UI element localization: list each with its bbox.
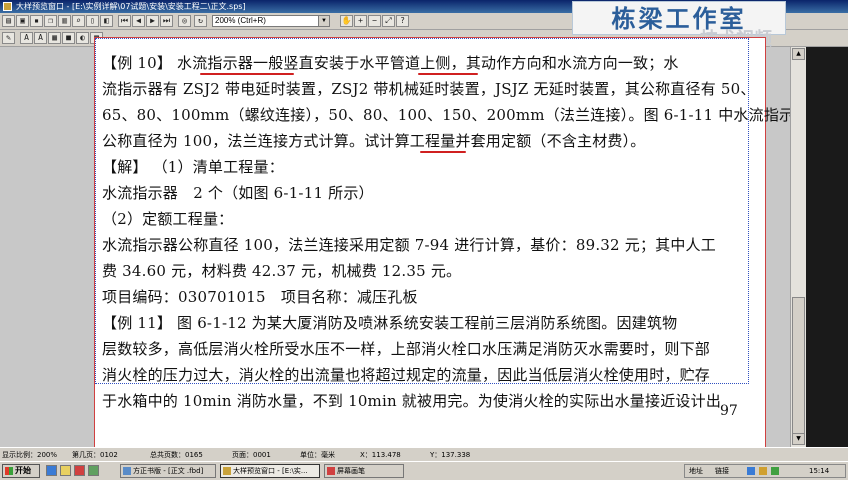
zoom-select[interactable]: 200% (Ctrl+R) ▼ bbox=[212, 15, 330, 27]
first-page-icon[interactable]: ⏮ bbox=[118, 15, 131, 27]
refresh-icon[interactable]: ↻ bbox=[194, 15, 207, 27]
save-icon[interactable]: ▪ bbox=[30, 15, 43, 27]
scrollbar-thumb[interactable] bbox=[792, 297, 805, 437]
text-line: 【例 11】 图 6-1-12 为某大厦消防及喷淋系统安装工程前三层消防系统图。… bbox=[102, 314, 678, 332]
address-label[interactable]: 地址 bbox=[689, 465, 703, 477]
app-task-icon bbox=[327, 467, 335, 475]
task-label: 大样预览窗口 - [E:\实... bbox=[233, 467, 308, 475]
find-icon[interactable]: ⌕ bbox=[72, 15, 85, 27]
vertical-scrollbar[interactable]: ▲ ▼ bbox=[790, 47, 806, 447]
task-screen-pen[interactable]: 屏幕画笔 bbox=[324, 464, 404, 478]
block-icon[interactable]: ■ bbox=[62, 32, 75, 44]
preview-workspace[interactable]: 【例 10】 水流指示器一般竖直安装于水平管道上侧，其动作方向和水流方向一致；水… bbox=[0, 37, 824, 477]
app-task-icon bbox=[223, 467, 231, 475]
print-icon[interactable]: ▤ bbox=[2, 15, 15, 27]
text-line: 【例 10】 水流指示器一般竖直安装于水平管道上侧，其动作方向和水流方向一致；水 bbox=[102, 54, 679, 72]
text-line: 项目编码：030701015 项目名称：减压孔板 bbox=[102, 288, 418, 306]
font-large-icon[interactable]: A bbox=[34, 32, 47, 44]
copy-icon[interactable]: ❐ bbox=[44, 15, 57, 27]
window-title: 大样预览窗口 - [E:\实例详解\07试题\安装\安装工程二\正文.sps] bbox=[16, 2, 246, 11]
text-line: 于水箱中的 10min 消防水量，不到 10min 就被用完。为使消火栓的实际出… bbox=[102, 392, 722, 410]
app-icon bbox=[3, 2, 12, 11]
status-y: Y：137.338 bbox=[430, 451, 471, 459]
start-button[interactable]: 开始 bbox=[2, 464, 40, 478]
system-tray: 地址 链接 15:14 bbox=[684, 464, 846, 478]
task-label: 屏幕画笔 bbox=[337, 467, 365, 475]
next-page-icon[interactable]: ▶ bbox=[146, 15, 159, 27]
paste-icon[interactable]: ▥ bbox=[58, 15, 71, 27]
text-line: 流指示器有 ZSJ2 带电延时装置，ZSJ2 带机械延时装置，JSJZ 无延时装… bbox=[102, 80, 756, 98]
text-line: 【解】 （1）清单工程量： bbox=[102, 158, 284, 176]
folder-icon[interactable] bbox=[60, 465, 71, 476]
status-total-pages: 总共页数：0165 bbox=[150, 451, 203, 459]
status-x: X：113.478 bbox=[360, 451, 401, 459]
ime-icon[interactable] bbox=[771, 467, 779, 475]
network-icon[interactable] bbox=[747, 467, 755, 475]
desktop-icon[interactable] bbox=[88, 465, 99, 476]
help-icon[interactable]: ? bbox=[396, 15, 409, 27]
underline-annotation bbox=[418, 73, 478, 75]
hand-icon[interactable]: ✋ bbox=[340, 15, 353, 27]
chevron-down-icon[interactable]: ▼ bbox=[318, 16, 329, 26]
background-region bbox=[806, 47, 848, 447]
last-page-icon[interactable]: ⏭ bbox=[160, 15, 173, 27]
text-line: 65、80、100mm（螺纹连接），50、80、100、150、200mm（法兰… bbox=[102, 106, 825, 124]
status-unit: 单位：毫米 bbox=[300, 451, 335, 459]
grid-icon[interactable]: ▦ bbox=[48, 32, 61, 44]
ie-icon[interactable] bbox=[46, 465, 57, 476]
text-line: 公称直径为 100，法兰连接方式计算。试计算工程量并套用定额（不含主材费）。 bbox=[102, 132, 646, 150]
media-icon[interactable] bbox=[74, 465, 85, 476]
status-pages: 页面：0001 bbox=[232, 451, 271, 459]
start-label: 开始 bbox=[15, 466, 31, 475]
zoom-value: 200% (Ctrl+R) bbox=[215, 16, 266, 25]
underline-annotation bbox=[420, 151, 466, 153]
volume-icon[interactable] bbox=[759, 467, 767, 475]
text-line: 费 34.60 元，材料费 42.37 元，机械费 12.35 元。 bbox=[102, 262, 462, 280]
app-task-icon bbox=[123, 467, 131, 475]
text-line: 消火栓的压力过大，消火栓的出流量也将超过规定的流量，因此当低层消火栓使用时，贮存 bbox=[102, 366, 711, 384]
text-line: 水流指示器公称直径 100，法兰连接采用定额 7-94 进行计算，基价：89.3… bbox=[102, 236, 716, 254]
page-icon[interactable]: ▯ bbox=[86, 15, 99, 27]
preview-icon[interactable]: ▣ bbox=[16, 15, 29, 27]
fit-icon[interactable]: ⤢ bbox=[382, 15, 395, 27]
windows-logo-icon bbox=[5, 467, 13, 475]
font-icon[interactable]: A bbox=[20, 32, 33, 44]
status-bar: 显示比例：200% 第几页：0102 总共页数：0165 页面：0001 单位：… bbox=[0, 447, 848, 461]
task-fangzheng[interactable]: 方正书版 - [正文 .fbd] bbox=[120, 464, 216, 478]
color-icon[interactable]: ◐ bbox=[76, 32, 89, 44]
scroll-up-icon[interactable]: ▲ bbox=[792, 48, 805, 60]
zoom-in-icon[interactable]: + bbox=[354, 15, 367, 27]
text-line: （2）定额工程量： bbox=[102, 210, 234, 228]
taskbar: 开始 方正书版 - [正文 .fbd] 大样预览窗口 - [E:\实... 屏幕… bbox=[0, 461, 848, 480]
task-label: 方正书版 - [正文 .fbd] bbox=[133, 467, 204, 475]
app-window: 大样预览窗口 - [E:\实例详解\07试题\安装\安装工程二\正文.sps] … bbox=[0, 0, 848, 480]
status-zoom: 显示比例：200% bbox=[2, 451, 58, 459]
underline-annotation bbox=[200, 73, 294, 75]
zoom-out-icon[interactable]: − bbox=[368, 15, 381, 27]
text-line: 水流指示器 2 个（如图 6-1-11 所示） bbox=[102, 184, 374, 202]
exit-icon[interactable]: ◧ bbox=[100, 15, 113, 27]
status-current-page: 第几页：0102 bbox=[72, 451, 118, 459]
clock: 15:14 bbox=[809, 467, 830, 475]
text-line: 层数较多，高低层消火栓所受水压不一样，上部消火栓口水压满足消防灭水需要时，则下部 bbox=[102, 340, 711, 358]
prev-page-icon[interactable]: ◀ bbox=[132, 15, 145, 27]
links-label[interactable]: 链接 bbox=[715, 465, 729, 477]
page-number: 97 bbox=[720, 403, 738, 419]
goto-icon[interactable]: ◎ bbox=[178, 15, 191, 27]
scroll-down-icon[interactable]: ▼ bbox=[792, 433, 805, 445]
edit-icon[interactable]: ✎ bbox=[2, 32, 15, 44]
task-preview[interactable]: 大样预览窗口 - [E:\实... bbox=[220, 464, 320, 478]
